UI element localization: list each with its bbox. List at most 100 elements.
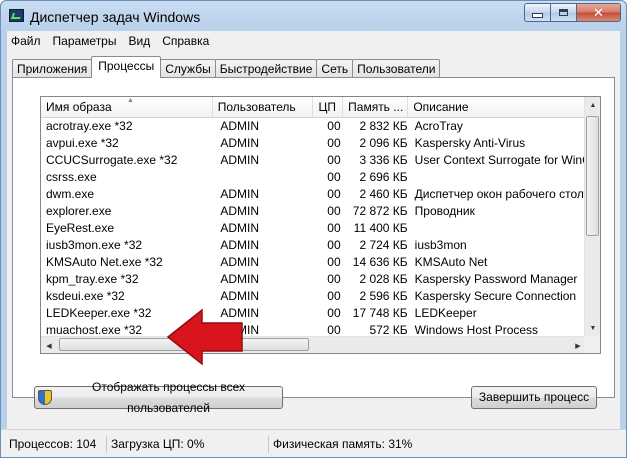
client-area: Файл Параметры Вид Справка Приложения Пр… xyxy=(7,31,620,429)
cell-image-name: explorer.exe xyxy=(46,204,112,218)
cell-memory: 3 336 КБ xyxy=(359,153,408,167)
app-icon xyxy=(9,9,24,22)
cell-cpu: 00 xyxy=(327,153,341,167)
cell-memory: 2 832 КБ xyxy=(359,119,408,133)
column-memory[interactable]: Память ... xyxy=(343,97,409,117)
scroll-down-icon[interactable]: ▼ xyxy=(585,320,600,337)
column-cpu[interactable]: ЦП xyxy=(313,97,344,117)
cell-image-name: CCUCSurrogate.exe *32 xyxy=(46,153,178,167)
table-row[interactable]: iusb3mon.exe *32 ADMIN 00 2 724 КБ iusb3mon xyxy=(41,237,586,254)
cell-cpu: 00 xyxy=(327,306,341,320)
status-process-count: Процессов: 104 xyxy=(1,436,107,453)
cell-description: Kaspersky Password Manager xyxy=(414,272,578,286)
minimize-icon xyxy=(532,13,543,18)
cell-memory: 11 400 КБ xyxy=(353,221,408,235)
table-row[interactable]: EyeRest.exe ADMIN 00 11 400 КБ xyxy=(41,220,586,237)
cell-user: ADMIN xyxy=(220,204,260,218)
cell-image-name: dwm.exe xyxy=(46,187,95,201)
cell-memory: 14 636 КБ xyxy=(352,255,408,269)
cell-user: ADMIN xyxy=(220,221,260,235)
cell-memory: 2 460 КБ xyxy=(359,187,408,201)
cell-image-name: iusb3mon.exe *32 xyxy=(46,238,143,252)
horizontal-scrollbar[interactable]: ◀ ▶ xyxy=(41,336,586,353)
cell-description: Kaspersky Secure Connection xyxy=(414,289,577,303)
process-list[interactable]: ▲ Имя образа Пользователь ЦП Память ... … xyxy=(40,96,601,354)
window-controls: ✕ xyxy=(524,3,621,23)
table-row[interactable]: CCUCSurrogate.exe *32 ADMIN 00 3 336 КБ User… xyxy=(41,152,586,169)
cell-user: ADMIN xyxy=(220,255,260,269)
cell-cpu: 00 xyxy=(327,119,341,133)
column-user[interactable]: Пользователь xyxy=(213,97,314,117)
minimize-button[interactable] xyxy=(524,3,551,22)
cell-description: Kaspersky Anti-Virus xyxy=(414,136,526,150)
cell-description: LEDKeeper xyxy=(414,306,477,320)
menu-bar: Файл Параметры Вид Справка xyxy=(7,31,620,51)
close-button[interactable]: ✕ xyxy=(577,3,621,22)
cell-cpu: 00 xyxy=(327,289,341,303)
table-row[interactable]: dwm.exe ADMIN 00 2 460 КБ Диспетчер окон раб… xyxy=(41,186,586,203)
table-row[interactable]: kpm_tray.exe *32 ADMIN 00 2 028 КБ Kaspersky… xyxy=(41,271,586,288)
vertical-scroll-thumb[interactable] xyxy=(586,116,599,236)
tab-users[interactable]: Пользователи xyxy=(352,59,441,78)
table-row[interactable]: avpui.exe *32 ADMIN 00 2 096 КБ Kaspersky An… xyxy=(41,135,586,152)
cell-memory: 2 696 КБ xyxy=(359,170,408,184)
tab-applications[interactable]: Приложения xyxy=(12,59,93,78)
cell-user: ADMIN xyxy=(220,187,260,201)
cell-user: ADMIN xyxy=(220,238,260,252)
cell-cpu: 00 xyxy=(327,272,341,286)
cell-user: ADMIN xyxy=(220,153,260,167)
cell-memory: 72 872 КБ xyxy=(352,204,408,218)
table-row[interactable]: KMSAuto Net.exe *32 ADMIN 00 14 636 КБ KMSAu… xyxy=(41,254,586,271)
cell-user: ADMIN xyxy=(220,119,260,133)
cell-memory: 2 724 КБ xyxy=(359,238,408,252)
menu-options[interactable]: Параметры xyxy=(47,31,123,51)
table-row[interactable]: ksdeui.exe *32 ADMIN 00 2 596 КБ Kaspersky S… xyxy=(41,288,586,305)
cell-user xyxy=(214,169,316,186)
task-manager-window: Диспетчер задач Windows ✕ Файл Параметры… xyxy=(0,0,627,458)
vertical-scrollbar[interactable]: ▲ ▼ xyxy=(584,97,600,337)
list-header: ▲ Имя образа Пользователь ЦП Память ... … xyxy=(41,97,587,118)
table-row[interactable]: LEDKeeper.exe *32 ADMIN 00 17 748 КБ LEDKeep… xyxy=(41,305,586,322)
menu-view[interactable]: Вид xyxy=(122,31,156,51)
menu-file[interactable]: Файл xyxy=(7,31,47,51)
cell-user: ADMIN xyxy=(220,272,260,286)
cell-memory: 2 096 КБ xyxy=(359,136,408,150)
status-physical-memory: Физическая память: 31% xyxy=(273,437,413,451)
end-process-button[interactable]: Завершить процесс xyxy=(471,386,597,409)
scroll-up-icon[interactable]: ▲ xyxy=(585,97,600,114)
maximize-icon xyxy=(559,9,568,16)
column-description[interactable]: Описание xyxy=(408,97,587,117)
cell-description xyxy=(412,220,586,237)
tab-performance[interactable]: Быстродействие xyxy=(214,59,318,78)
scrollbar-corner xyxy=(584,336,600,353)
cell-image-name: csrss.exe xyxy=(46,170,97,184)
cell-cpu: 00 xyxy=(327,238,341,252)
cell-description xyxy=(412,169,586,186)
close-icon: ✕ xyxy=(593,4,604,20)
cell-cpu: 00 xyxy=(327,204,341,218)
cell-description: Проводник xyxy=(414,204,475,218)
table-row[interactable]: csrss.exe 00 2 696 КБ xyxy=(41,169,586,186)
cell-image-name: avpui.exe *32 xyxy=(46,136,119,150)
column-image-name[interactable]: ▲ Имя образа xyxy=(41,97,213,117)
table-row[interactable]: explorer.exe ADMIN 00 72 872 КБ Проводник xyxy=(41,203,586,220)
maximize-button[interactable] xyxy=(551,3,577,22)
cell-description: AcroTray xyxy=(414,119,463,133)
shield-icon xyxy=(38,390,52,405)
cell-image-name: EyeRest.exe xyxy=(46,221,115,235)
scroll-left-icon[interactable]: ◀ xyxy=(41,337,57,353)
show-all-processes-button[interactable]: Отображать процессы всех пользователей xyxy=(34,380,283,415)
cell-user: ADMIN xyxy=(220,136,260,150)
cell-cpu: 00 xyxy=(327,255,341,269)
cell-cpu: 00 xyxy=(327,187,341,201)
cell-cpu: 00 xyxy=(327,136,341,150)
menu-help[interactable]: Справка xyxy=(156,31,215,51)
tab-network[interactable]: Сеть xyxy=(316,59,354,78)
tab-services[interactable]: Службы xyxy=(160,59,216,78)
title-bar[interactable]: Диспетчер задач Windows ✕ xyxy=(1,1,626,31)
cell-cpu: 00 xyxy=(327,221,341,235)
cell-description: User Context Surrogate for WinCC xyxy=(414,153,587,167)
table-row[interactable]: acrotray.exe *32 ADMIN 00 2 832 КБ AcroTray xyxy=(41,118,586,135)
cell-memory: 2 596 КБ xyxy=(359,289,408,303)
tab-processes[interactable]: Процессы xyxy=(91,56,162,78)
